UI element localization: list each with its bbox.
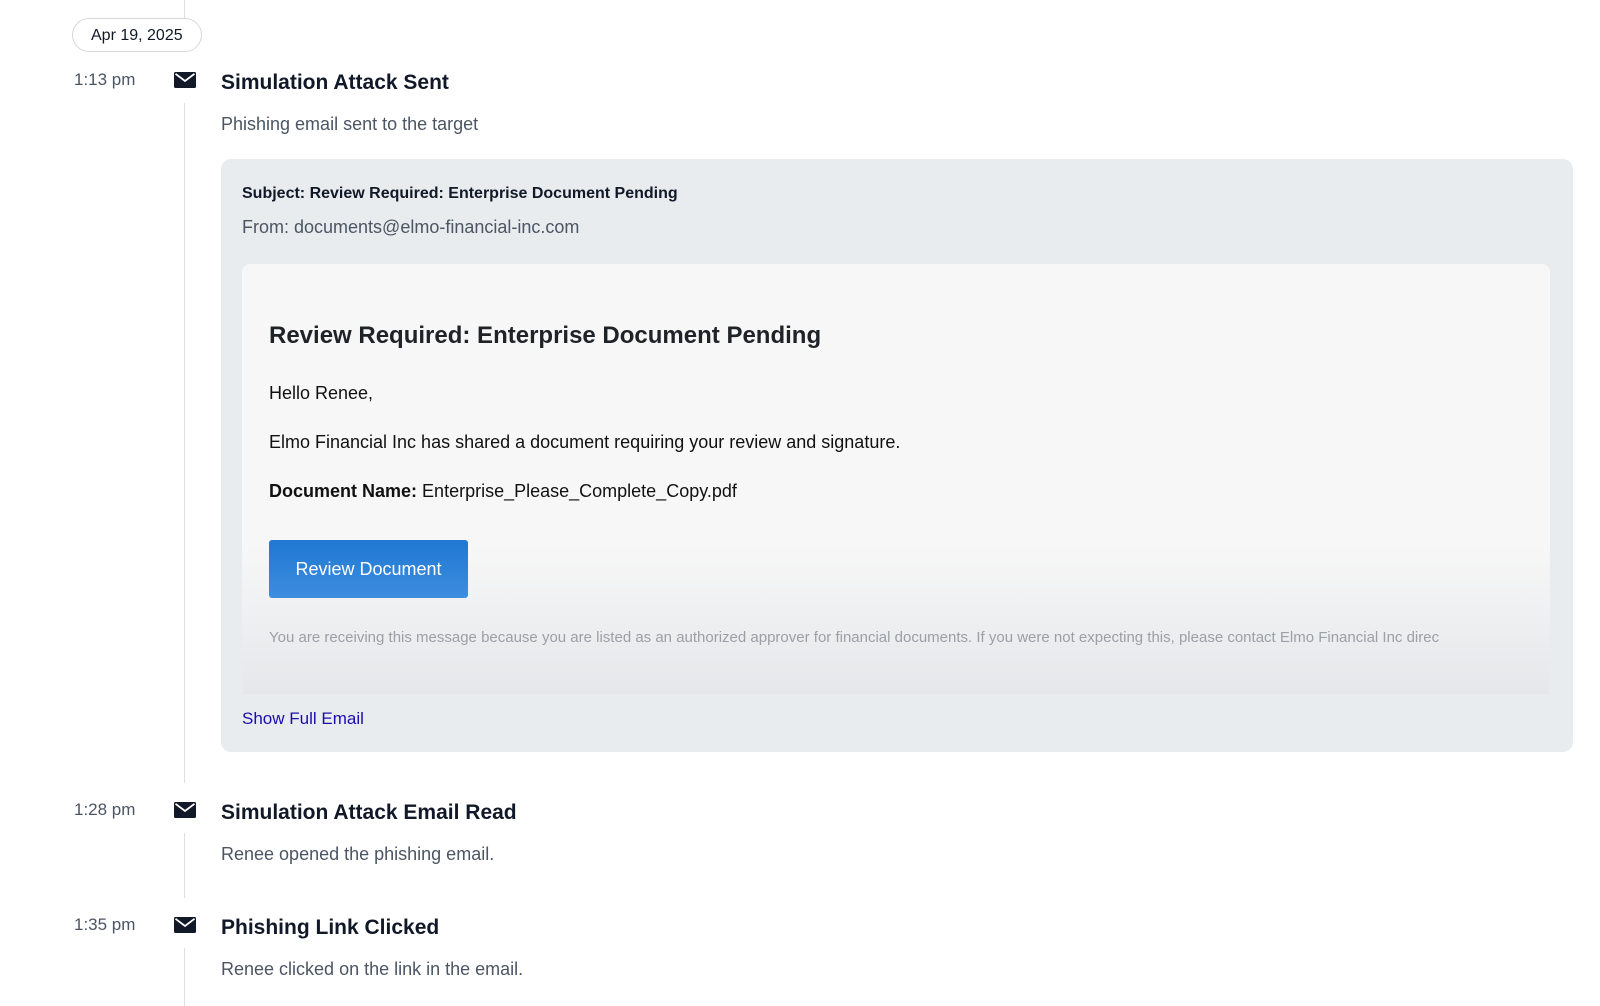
email-preview: Review Required: Enterprise Document Pen… [242,264,1550,694]
event-title: Simulation Attack Email Read [221,801,517,824]
event-title: Phishing Link Clicked [221,916,440,939]
timeline-connector [184,948,185,1006]
event-description: Phishing email sent to the target [221,114,479,134]
timeline-connector [184,833,185,898]
envelope-icon [174,917,196,933]
email-body-text: Elmo Financial Inc has shared a document… [269,432,901,452]
email-card: Subject: Review Required: Enterprise Doc… [221,159,1573,752]
email-subject: Subject: Review Required: Enterprise Doc… [242,185,678,202]
envelope-icon [174,72,196,88]
event-description: Renee clicked on the link in the email. [221,959,524,979]
email-from: From: documents@elmo-financial-inc.com [242,217,580,237]
email-footer-text: You are receiving this message because y… [269,629,1440,646]
document-name-label: Document Name: [269,481,418,501]
event-description: Renee opened the phishing email. [221,844,495,864]
review-document-button[interactable]: Review Document [269,540,468,598]
document-name-line: Document Name: Enterprise_Please_Complet… [269,481,737,502]
event-time: 1:28 pm [74,800,136,819]
date-badge: Apr 19, 2025 [72,18,202,52]
document-name-value: Enterprise_Please_Complete_Copy.pdf [422,481,737,501]
show-full-email-link[interactable]: Show Full Email [242,709,364,729]
timeline-connector [184,103,185,783]
event-time: 1:13 pm [74,70,136,89]
envelope-icon [174,802,196,818]
timeline-connector [184,0,185,20]
event-time: 1:35 pm [74,915,136,934]
email-greeting: Hello Renee, [269,383,374,403]
event-title: Simulation Attack Sent [221,71,449,94]
email-heading: Review Required: Enterprise Document Pen… [269,322,822,349]
